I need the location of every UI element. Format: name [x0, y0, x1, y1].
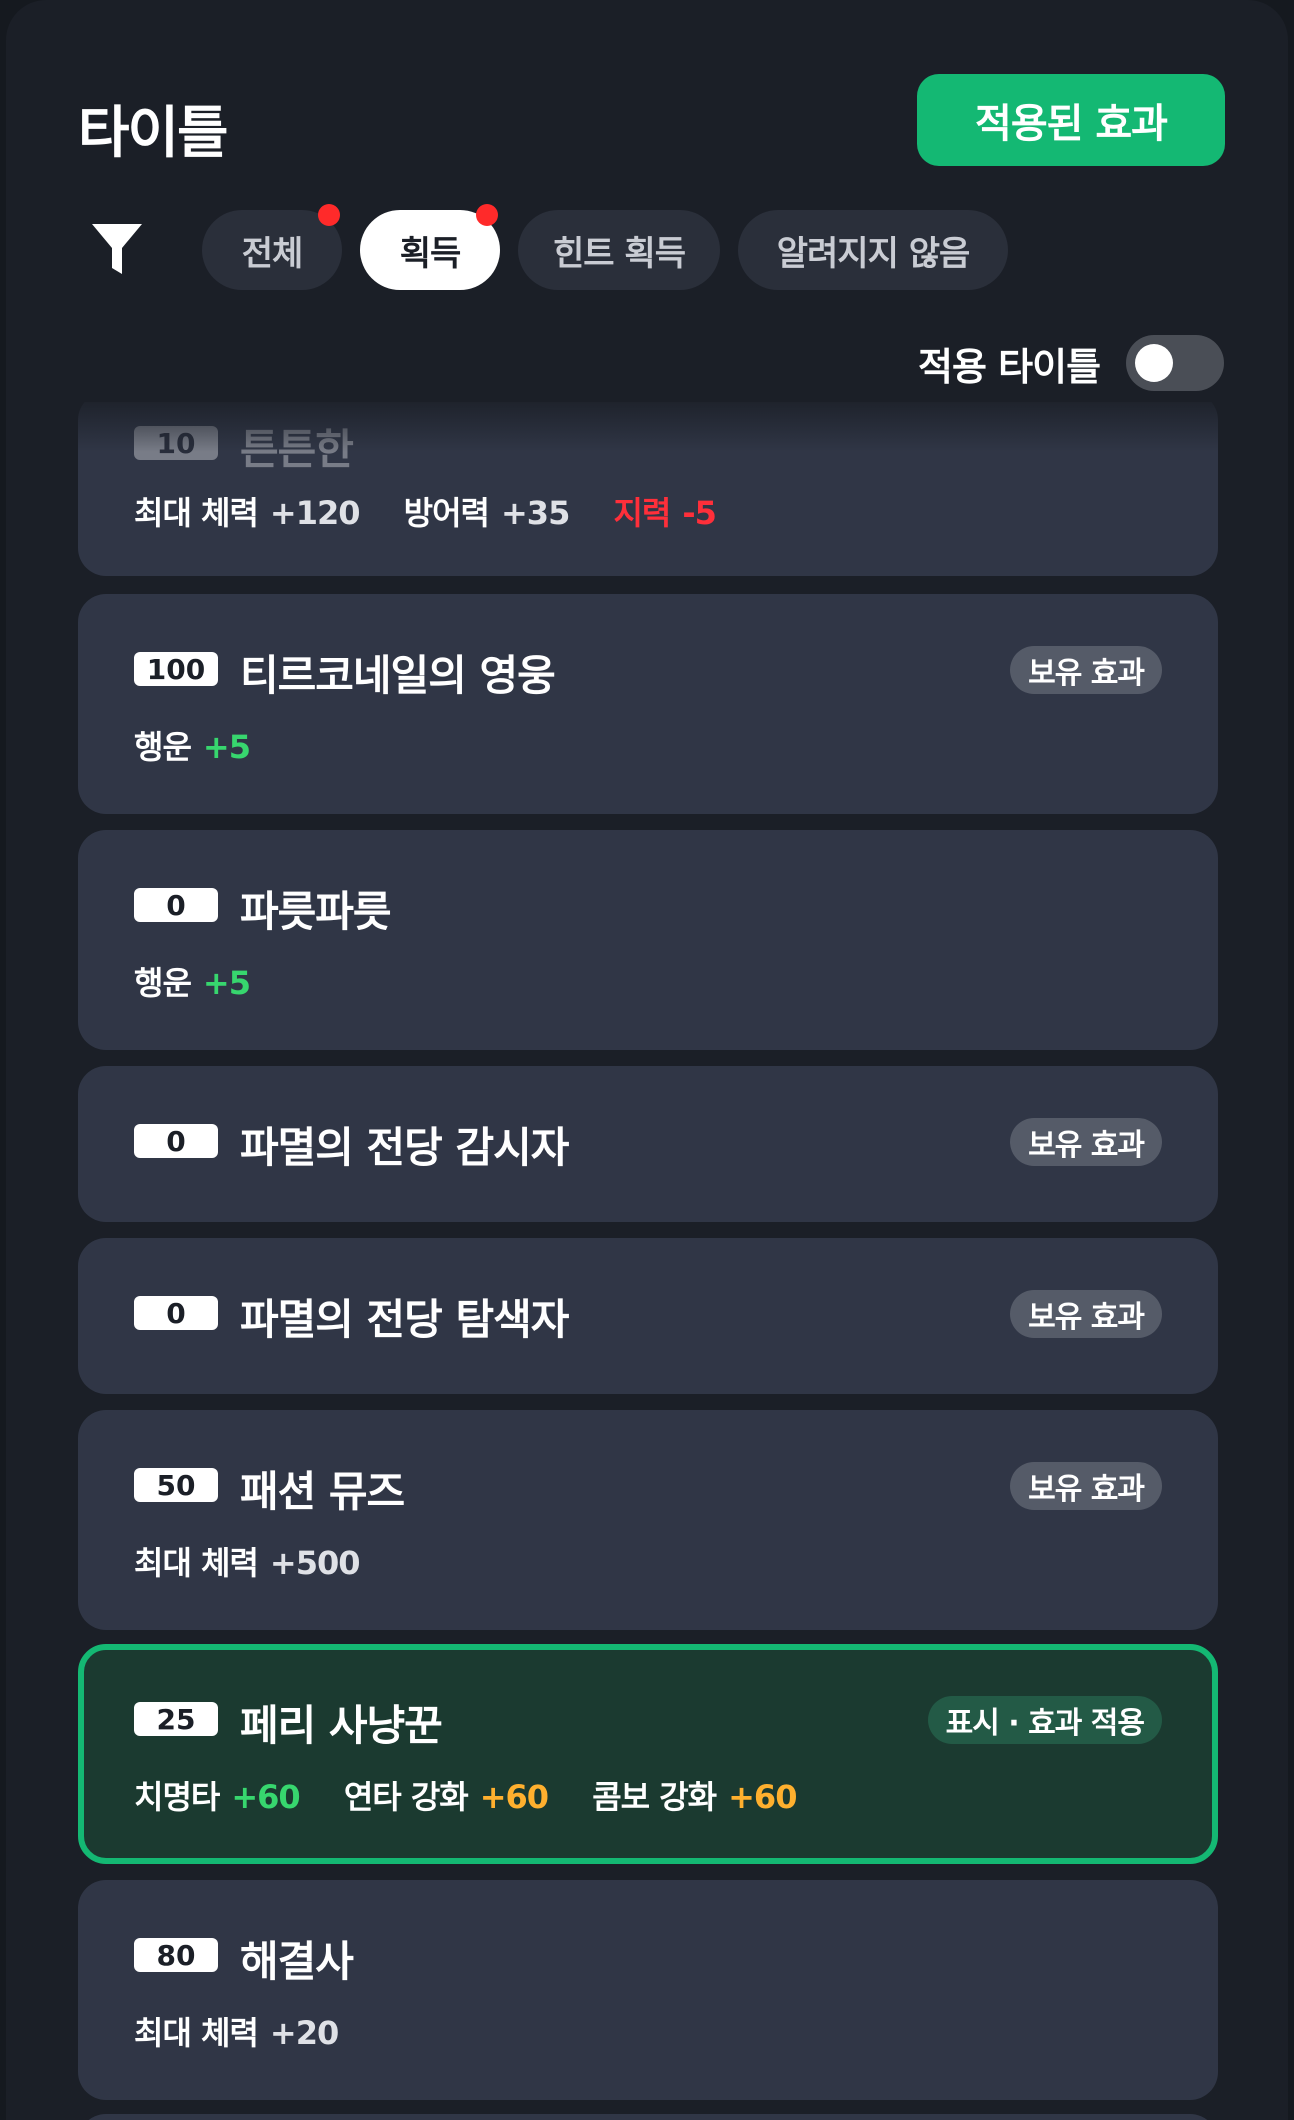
title-card-7[interactable]: 80 해결사 최대 체력 +20 — [78, 1880, 1218, 2100]
stat-combo: 콤보 강화 +60 — [592, 1778, 797, 1816]
stat-max-hp: 최대 체력 +500 — [134, 1544, 361, 1582]
stat-luck: 행운 +5 — [134, 964, 251, 1002]
applied-title-toggle-label: 적용 타이틀 — [918, 345, 1101, 389]
title-level-badge: 10 — [134, 426, 218, 460]
tab-acquired-label: 획득 — [399, 233, 462, 274]
title-card-5[interactable]: 50 패션 뮤즈 보유 효과 최대 체력 +500 — [78, 1410, 1218, 1630]
title-name: 해결사 — [240, 1937, 354, 1986]
title-level-badge: 80 — [134, 1938, 218, 1972]
title-card-6-selected[interactable]: 25 페리 사냥꾼 표시 · 효과 적용 치명타 +60 연타 강화 +60 콤보 … — [78, 1644, 1218, 1864]
owned-effect-badge: 보유 효과 — [1010, 1462, 1162, 1510]
notification-dot — [318, 204, 340, 226]
stat-multi-hit: 연타 강화 +60 — [343, 1778, 549, 1816]
title-panel: 타이틀 적용된 효과 전체 획득 힌트 획득 알려지지 않음 적용 타이틀 10… — [6, 0, 1288, 2120]
title-level-badge: 0 — [134, 1296, 218, 1330]
title-name: 패션 뮤즈 — [240, 1467, 405, 1516]
title-stats: 행운 +5 — [134, 958, 284, 1004]
title-stats: 행운 +5 — [134, 722, 284, 768]
tab-acquired[interactable]: 획득 — [360, 204, 500, 290]
owned-effect-badge: 보유 효과 — [1010, 646, 1162, 694]
title-stats: 최대 체력 +120 방어력 +35 지력 -5 — [134, 488, 750, 534]
tab-hint-acquired[interactable]: 힌트 획득 — [518, 210, 720, 290]
title-level-badge: 100 — [134, 652, 218, 686]
title-card-1[interactable]: 100 티르코네일의 영웅 보유 효과 행운 +5 — [78, 594, 1218, 814]
title-card-8[interactable] — [78, 2114, 1218, 2120]
title-level-badge: 50 — [134, 1468, 218, 1502]
applied-effects-button[interactable]: 적용된 효과 — [917, 74, 1225, 166]
filter-icon[interactable] — [90, 220, 144, 278]
title-name: 파멸의 전당 감시자 — [240, 1123, 569, 1172]
title-list[interactable]: 10 튼튼한 최대 체력 +120 방어력 +35 지력 -5 100 티르코네일의 … — [6, 402, 1288, 2120]
title-name: 파멸의 전당 탐색자 — [240, 1295, 569, 1344]
stat-max-hp: 최대 체력 +120 — [134, 494, 361, 532]
title-name: 페리 사냥꾼 — [240, 1701, 443, 1750]
tab-unknown-label: 알려지지 않음 — [776, 233, 971, 274]
title-card-4[interactable]: 0 파멸의 전당 탐색자 보유 효과 — [78, 1238, 1218, 1394]
title-name: 티르코네일의 영웅 — [240, 651, 556, 700]
owned-effect-badge: 보유 효과 — [1010, 1290, 1162, 1338]
stat-defense: 방어력 +35 — [403, 494, 571, 532]
title-stats: 치명타 +60 연타 강화 +60 콤보 강화 +60 — [134, 1772, 830, 1818]
applied-title-toggle[interactable] — [1126, 335, 1224, 391]
title-level-badge: 0 — [134, 1124, 218, 1158]
stat-intelligence: 지력 -5 — [613, 494, 716, 532]
tab-all-label: 전체 — [241, 233, 304, 274]
title-stats: 최대 체력 +20 — [134, 2008, 372, 2054]
title-level-badge: 25 — [134, 1702, 218, 1736]
tab-unknown[interactable]: 알려지지 않음 — [738, 210, 1008, 290]
stat-luck: 행운 +5 — [134, 728, 251, 766]
page-title: 타이틀 — [78, 101, 229, 166]
title-name: 파릇파릇 — [240, 887, 392, 936]
title-name: 튼튼한 — [240, 425, 354, 474]
title-card-0[interactable]: 10 튼튼한 최대 체력 +120 방어력 +35 지력 -5 — [78, 402, 1218, 576]
toggle-knob — [1135, 344, 1173, 382]
title-card-3[interactable]: 0 파멸의 전당 감시자 보유 효과 — [78, 1066, 1218, 1222]
tab-all[interactable]: 전체 — [202, 204, 342, 290]
stat-critical: 치명타 +60 — [134, 1778, 301, 1816]
display-effect-applied-badge: 표시 · 효과 적용 — [927, 1696, 1162, 1744]
notification-dot — [476, 204, 498, 226]
title-stats: 최대 체력 +500 — [134, 1538, 394, 1584]
title-card-2[interactable]: 0 파릇파릇 행운 +5 — [78, 830, 1218, 1050]
title-level-badge: 0 — [134, 888, 218, 922]
tab-hint-acquired-label: 힌트 획득 — [553, 233, 686, 274]
stat-max-hp: 최대 체력 +20 — [134, 2014, 339, 2052]
owned-effect-badge: 보유 효과 — [1010, 1118, 1162, 1166]
